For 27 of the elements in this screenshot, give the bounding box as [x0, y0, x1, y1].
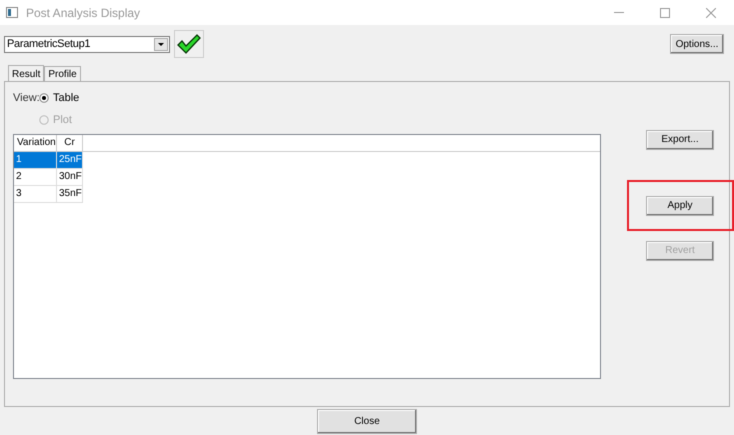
app-icon	[6, 7, 18, 18]
action-button[interactable]: Apply	[646, 196, 714, 216]
table-cell: 25nF	[57, 152, 83, 168]
radio-option[interactable]: Table	[39, 90, 80, 106]
window-title: Post Analysis Display	[26, 4, 140, 22]
radio-icon	[39, 115, 49, 126]
setup-value: ParametricSetup1	[6, 36, 92, 52]
action-button[interactable]: Export...	[646, 130, 714, 150]
table-cell: 3	[14, 186, 57, 202]
table-cell: 2	[14, 168, 57, 186]
table-cell: 1	[14, 152, 57, 168]
setup-dropdown[interactable]: ParametricSetup1	[4, 36, 170, 52]
tab[interactable]: Profile	[44, 66, 81, 81]
minimize-icon	[614, 12, 624, 13]
options-button[interactable]: Options...	[670, 34, 724, 54]
close-button[interactable]: Close	[317, 409, 417, 434]
view-label: View:	[13, 91, 40, 106]
tab[interactable]: Result	[8, 65, 44, 82]
radio-icon	[39, 93, 49, 104]
close-icon	[706, 8, 716, 18]
maximize-icon	[660, 8, 670, 18]
table-cell: 30nF	[57, 168, 83, 186]
column-header[interactable]: Variation	[14, 134, 57, 150]
checkmark-icon	[177, 34, 201, 54]
table-cell: 35nF	[57, 186, 83, 202]
check-button[interactable]	[174, 30, 204, 58]
column-header[interactable]: Cr	[57, 134, 83, 150]
